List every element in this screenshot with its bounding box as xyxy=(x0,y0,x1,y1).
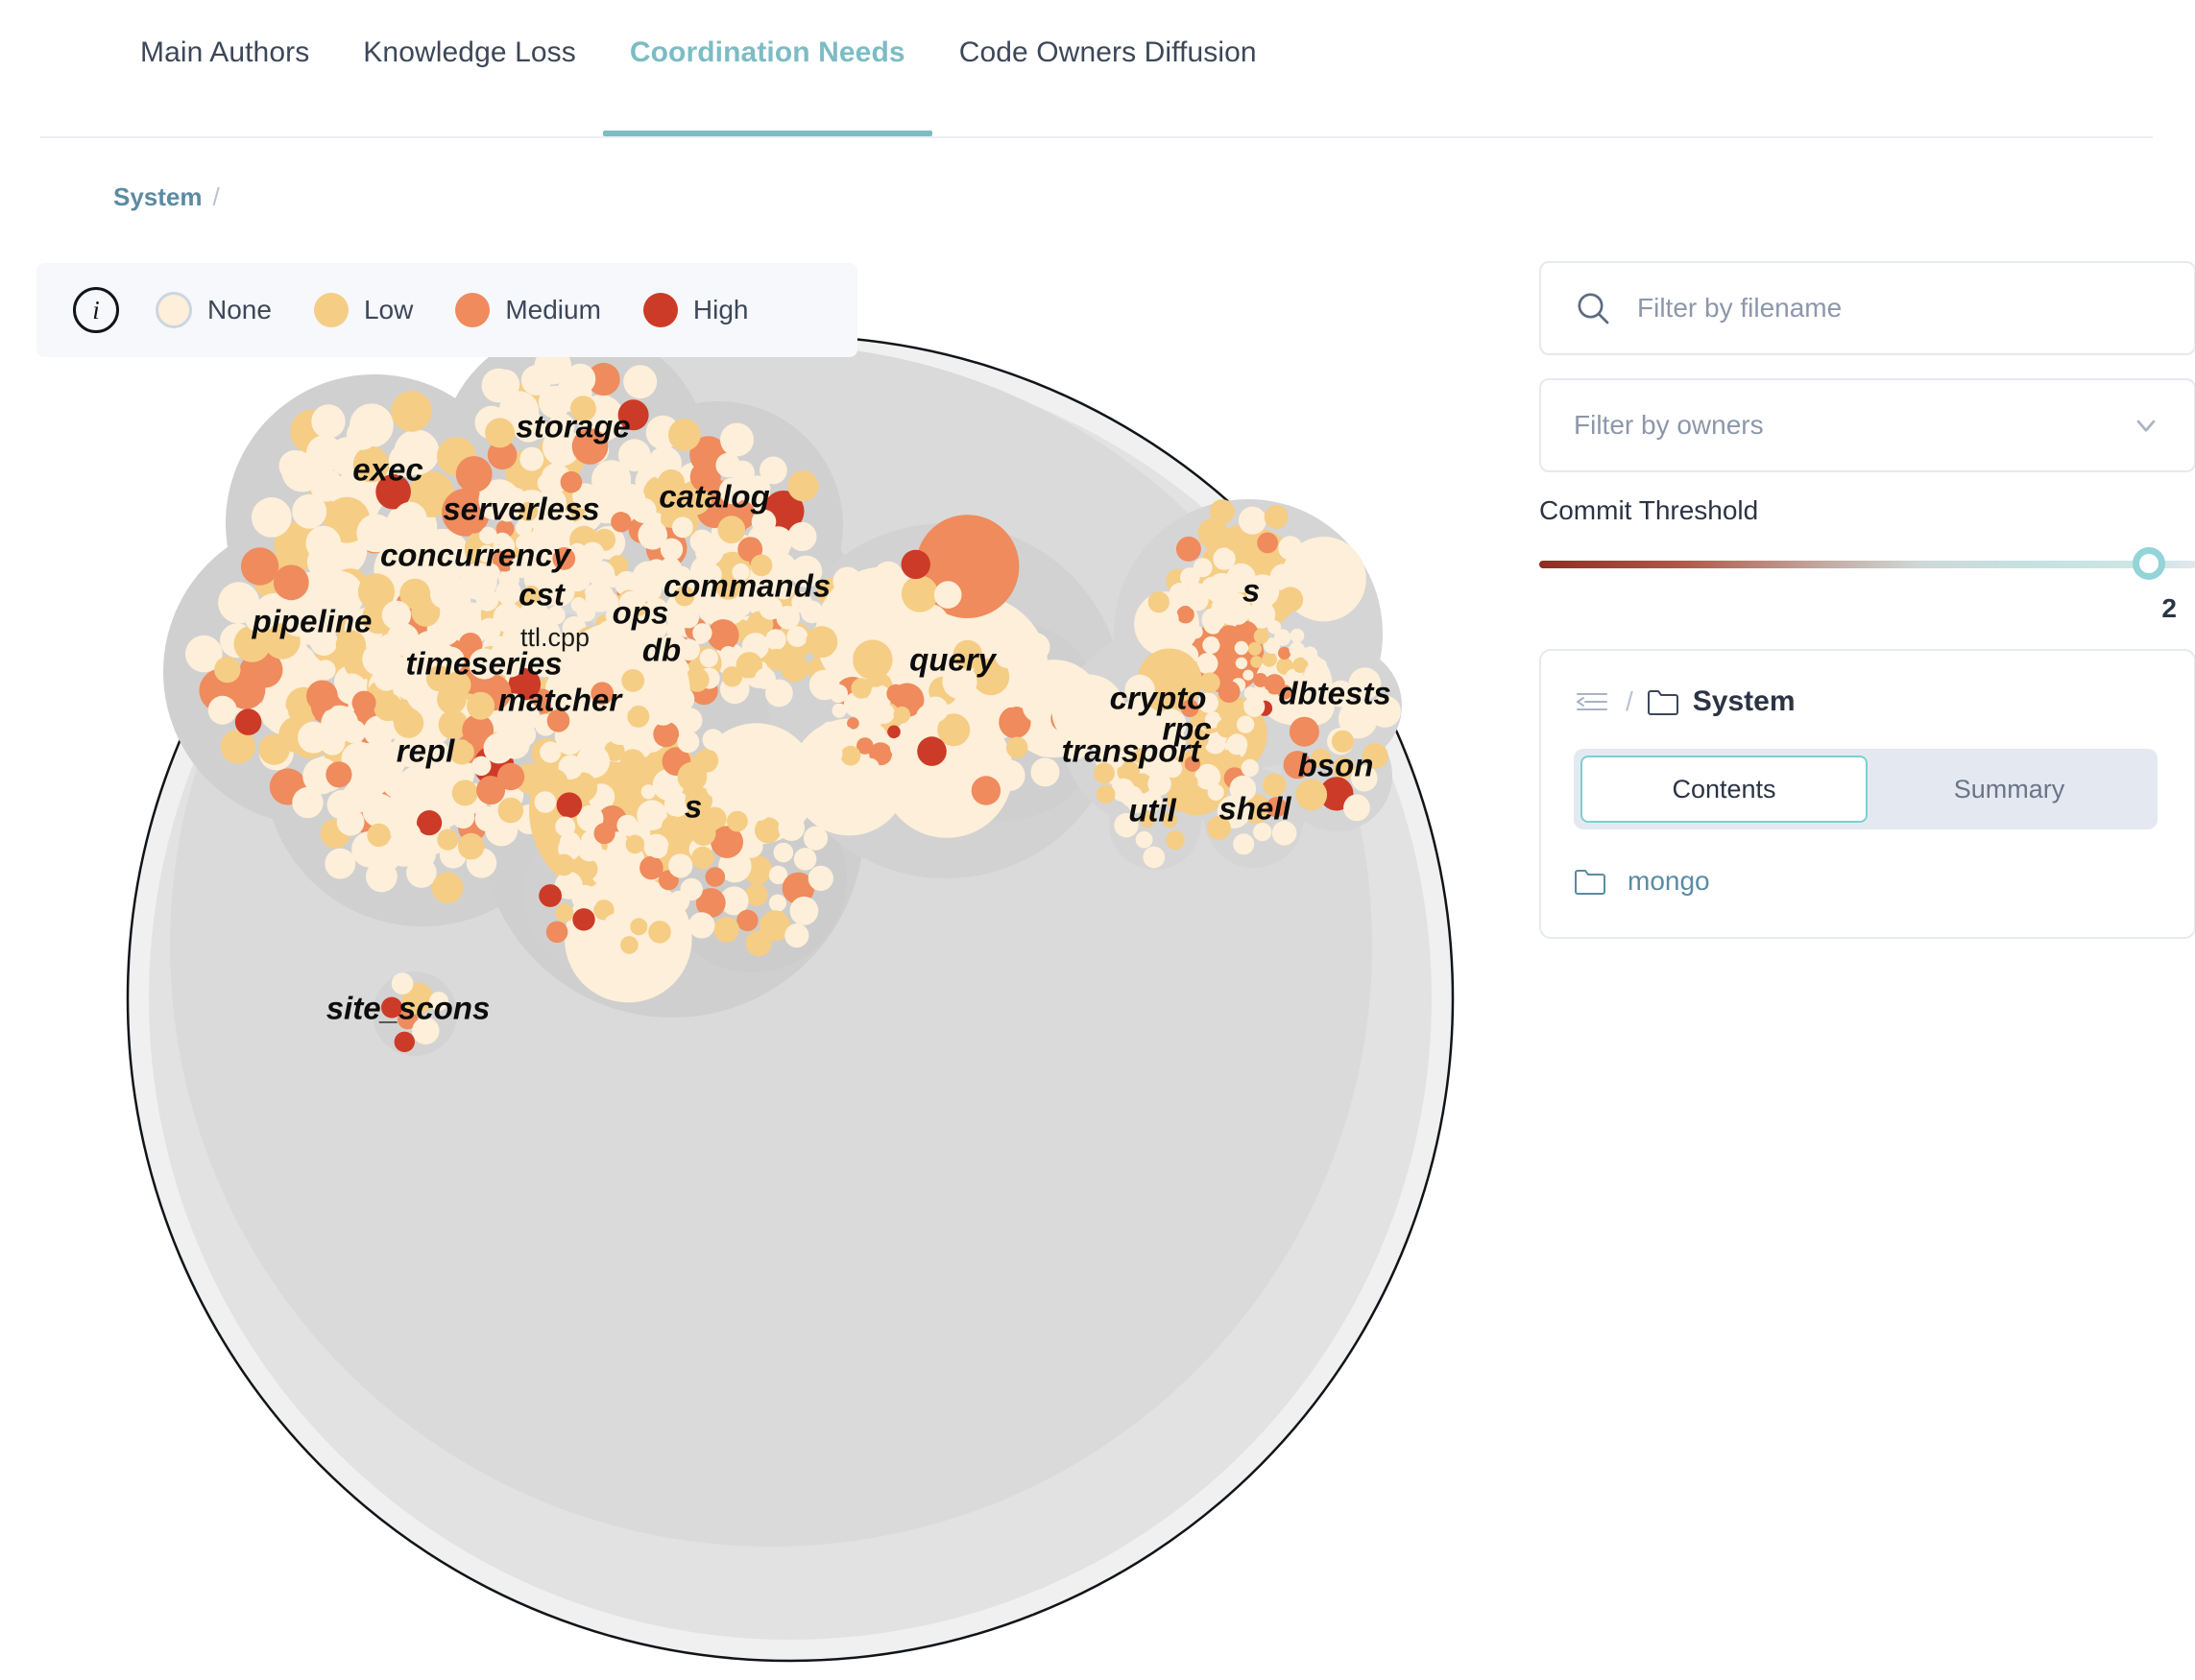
circle-label[interactable]: query xyxy=(909,642,998,678)
legend: i None Low Medium High xyxy=(36,263,857,357)
circle-label[interactable]: util xyxy=(1128,793,1176,828)
tab-bar: Main Authors Knowledge Loss Coordination… xyxy=(0,0,2195,138)
search-icon xyxy=(1574,289,1612,327)
chevron-down-icon xyxy=(2131,410,2161,441)
circle-label[interactable]: dbtests xyxy=(1278,676,1390,711)
circle-label[interactable]: commands xyxy=(663,568,831,604)
owners-select-placeholder: Filter by owners xyxy=(1574,410,1764,441)
circle-label[interactable]: exec xyxy=(352,452,422,488)
right-panel: Filter by filename Filter by owners Comm… xyxy=(1539,261,2195,939)
tab-label: Code Owners Diffusion xyxy=(959,36,1257,69)
legend-swatch-high xyxy=(643,293,678,327)
details-breadcrumb: / System xyxy=(1574,685,2161,718)
list-item-label[interactable]: mongo xyxy=(1628,866,1710,897)
legend-label-high: High xyxy=(693,295,749,325)
circle-label[interactable]: s xyxy=(685,789,702,825)
info-icon[interactable]: i xyxy=(73,287,119,333)
legend-item-high[interactable]: High xyxy=(643,293,749,327)
circle-label[interactable]: db xyxy=(642,633,681,668)
tab-code-owners-diffusion[interactable]: Code Owners Diffusion xyxy=(932,36,1284,136)
circle-packing-svg[interactable]: storage exec catalog serverless concurrency c… xyxy=(0,317,1479,1680)
legend-label-low: Low xyxy=(364,295,413,325)
back-arrow-icon[interactable] xyxy=(1574,687,1612,716)
tab-list: Main Authors Knowledge Loss Coordination… xyxy=(113,36,1284,136)
tab-label: Knowledge Loss xyxy=(363,36,576,69)
circle-label[interactable]: transport xyxy=(1062,733,1203,769)
circle-label[interactable]: serverless xyxy=(443,492,599,527)
legend-swatch-medium xyxy=(455,293,490,327)
circle-label[interactable]: concurrency xyxy=(380,538,572,573)
filename-filter-field[interactable]: Filter by filename xyxy=(1539,261,2195,355)
commit-threshold-label: Commit Threshold xyxy=(1539,495,2195,526)
circle-label[interactable]: timeseries xyxy=(405,646,562,682)
circle-label[interactable]: ops xyxy=(613,595,669,631)
list-item[interactable]: mongo xyxy=(1574,866,2161,897)
breadcrumb-item-system[interactable]: System xyxy=(113,182,203,212)
folder-icon xyxy=(1574,867,1606,896)
circle-label[interactable]: pipeline xyxy=(252,604,373,639)
legend-item-medium[interactable]: Medium xyxy=(455,293,601,327)
legend-label-none: None xyxy=(207,295,272,325)
circle-label[interactable]: storage xyxy=(516,409,630,444)
details-segmented-control: Contents Summary xyxy=(1574,749,2158,829)
tab-label: Main Authors xyxy=(140,36,309,69)
tab-main-authors[interactable]: Main Authors xyxy=(113,36,336,136)
tab-bar-divider xyxy=(40,136,2153,138)
circle-label[interactable]: site_scons xyxy=(326,991,491,1026)
circle-label[interactable]: catalog xyxy=(659,479,770,515)
legend-item-none[interactable]: None xyxy=(156,292,272,328)
details-breadcrumb-separator: / xyxy=(1626,686,1633,717)
circle-label[interactable]: matcher xyxy=(498,683,624,718)
circle-label[interactable]: bson xyxy=(1298,748,1374,783)
legend-swatch-none xyxy=(156,292,192,328)
tab-summary-label: Summary xyxy=(1954,775,2065,804)
owners-filter-field[interactable]: Filter by owners xyxy=(1539,378,2195,472)
search-input-placeholder: Filter by filename xyxy=(1637,293,1842,324)
breadcrumb: System / xyxy=(113,182,220,212)
circle-label[interactable]: s xyxy=(1242,573,1260,609)
commit-threshold-slider[interactable] xyxy=(1539,547,2195,582)
legend-label-medium: Medium xyxy=(505,295,601,325)
slider-thumb[interactable] xyxy=(2133,547,2165,580)
legend-swatch-low xyxy=(314,293,349,327)
folder-icon xyxy=(1647,687,1679,716)
circle-label[interactable]: repl xyxy=(397,733,455,769)
slider-track[interactable] xyxy=(1539,561,2195,568)
circle-packing-chart[interactable]: storage exec catalog serverless concurrency c… xyxy=(0,317,1479,1680)
circle-label[interactable]: cst xyxy=(519,577,567,612)
tab-label: Coordination Needs xyxy=(630,36,905,69)
commit-threshold-value: 2 xyxy=(1539,593,2195,624)
tab-coordination-needs[interactable]: Coordination Needs xyxy=(603,36,932,136)
tab-contents-label: Contents xyxy=(1672,775,1775,804)
details-title: System xyxy=(1693,685,1796,718)
tab-knowledge-loss[interactable]: Knowledge Loss xyxy=(336,36,603,136)
legend-item-low[interactable]: Low xyxy=(314,293,413,327)
breadcrumb-separator: / xyxy=(213,182,220,212)
circle-label[interactable]: shell xyxy=(1218,791,1291,827)
tab-contents[interactable]: Contents xyxy=(1580,756,1868,823)
tab-summary[interactable]: Summary xyxy=(1868,756,2151,823)
details-card: / System Contents Summary mongo xyxy=(1539,649,2195,939)
